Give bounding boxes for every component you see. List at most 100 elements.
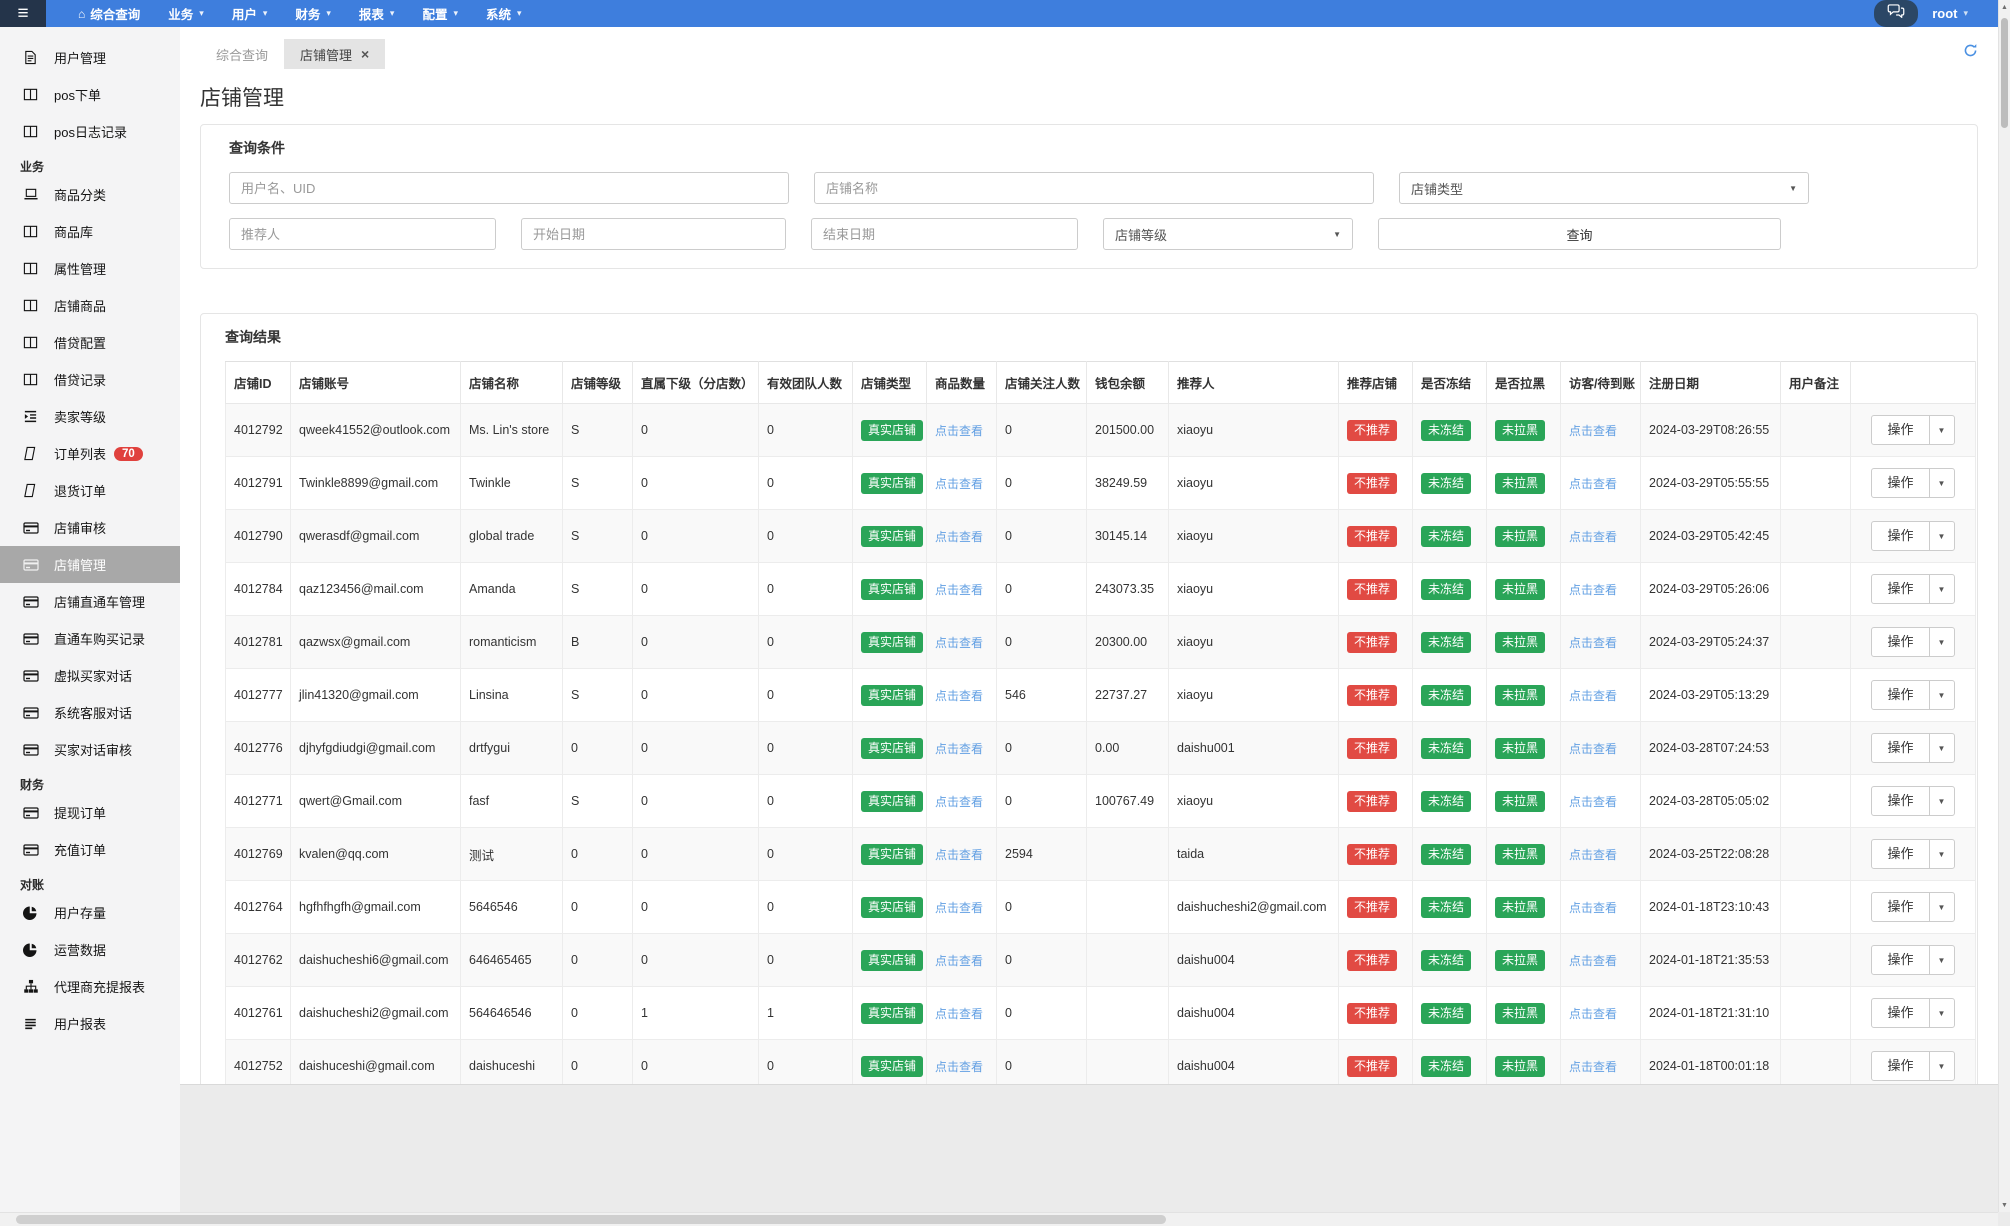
sidebar-item[interactable]: pos日志记录 bbox=[0, 113, 180, 150]
dropdown-caret-icon[interactable]: ▼ bbox=[1930, 416, 1954, 444]
shop-name-input[interactable] bbox=[814, 172, 1374, 204]
goods-count-link[interactable]: 点击查看 bbox=[935, 583, 983, 597]
sidebar-toggle-button[interactable]: ≡ bbox=[0, 0, 46, 27]
sidebar-item[interactable]: 卖家等级 bbox=[0, 398, 180, 435]
sidebar-item[interactable]: 买家对话审核 bbox=[0, 731, 180, 768]
dropdown-caret-icon[interactable]: ▼ bbox=[1930, 787, 1954, 815]
dropdown-caret-icon[interactable]: ▼ bbox=[1930, 469, 1954, 497]
dropdown-caret-icon[interactable]: ▼ bbox=[1930, 628, 1954, 656]
nav-item[interactable]: ⌂ 综合查询 bbox=[78, 4, 140, 23]
sidebar-item-active[interactable]: 店铺管理 bbox=[0, 546, 180, 583]
scroll-up-icon[interactable]: ▲ bbox=[1999, 0, 2010, 14]
sidebar-item[interactable]: 充值订单 bbox=[0, 831, 180, 868]
action-button[interactable]: 操作 ▼ bbox=[1871, 998, 1955, 1028]
sidebar-item[interactable]: 店铺审核 bbox=[0, 509, 180, 546]
visitors-link[interactable]: 点击查看 bbox=[1569, 583, 1617, 597]
sidebar-item[interactable]: 代理商充提报表 bbox=[0, 968, 180, 1005]
goods-count-link[interactable]: 点击查看 bbox=[935, 901, 983, 915]
search-button[interactable]: 查询 bbox=[1378, 218, 1781, 250]
dropdown-caret-icon[interactable]: ▼ bbox=[1930, 999, 1954, 1027]
sidebar-item[interactable]: 用户存量 bbox=[0, 894, 180, 931]
visitors-link[interactable]: 点击查看 bbox=[1569, 1060, 1617, 1074]
sidebar-item[interactable]: 用户管理 bbox=[0, 39, 180, 76]
vertical-scrollbar-thumb[interactable] bbox=[2001, 18, 2008, 128]
visitors-link[interactable]: 点击查看 bbox=[1569, 477, 1617, 491]
dropdown-caret-icon[interactable]: ▼ bbox=[1930, 522, 1954, 550]
shop-level-select[interactable]: 店铺等级 ▼ bbox=[1103, 218, 1353, 250]
visitors-link[interactable]: 点击查看 bbox=[1569, 636, 1617, 650]
goods-count-link[interactable]: 点击查看 bbox=[935, 795, 983, 809]
goods-count-link[interactable]: 点击查看 bbox=[935, 954, 983, 968]
dropdown-caret-icon[interactable]: ▼ bbox=[1930, 840, 1954, 868]
action-button[interactable]: 操作 ▼ bbox=[1871, 680, 1955, 710]
messages-button[interactable] bbox=[1874, 0, 1919, 27]
tab-shop-management[interactable]: 店铺管理 × bbox=[284, 39, 386, 69]
sidebar-item[interactable]: 属性管理 bbox=[0, 250, 180, 287]
dropdown-caret-icon[interactable]: ▼ bbox=[1930, 681, 1954, 709]
visitors-link[interactable]: 点击查看 bbox=[1569, 424, 1617, 438]
sidebar-item[interactable]: 借贷配置 bbox=[0, 324, 180, 361]
goods-count-link[interactable]: 点击查看 bbox=[935, 742, 983, 756]
goods-count-link[interactable]: 点击查看 bbox=[935, 636, 983, 650]
nav-item[interactable]: 配置 ▾ bbox=[422, 4, 458, 23]
sidebar-item[interactable]: 店铺商品 bbox=[0, 287, 180, 324]
goods-count-link[interactable]: 点击查看 bbox=[935, 530, 983, 544]
nav-item[interactable]: 财务 ▾ bbox=[295, 4, 331, 23]
start-date-input[interactable] bbox=[521, 218, 786, 250]
nav-item[interactable]: 业务 ▾ bbox=[168, 4, 204, 23]
tab-summary-query[interactable]: 综合查询 bbox=[200, 39, 284, 69]
action-button[interactable]: 操作 ▼ bbox=[1871, 415, 1955, 445]
dropdown-caret-icon[interactable]: ▼ bbox=[1930, 1052, 1954, 1080]
action-button[interactable]: 操作 ▼ bbox=[1871, 892, 1955, 922]
action-button[interactable]: 操作 ▼ bbox=[1871, 733, 1955, 763]
sidebar-item[interactable]: 系统客服对话 bbox=[0, 694, 180, 731]
user-menu[interactable]: root ▾ bbox=[1932, 6, 1968, 21]
nav-item[interactable]: 报表 ▾ bbox=[359, 4, 395, 23]
dropdown-caret-icon[interactable]: ▼ bbox=[1930, 734, 1954, 762]
goods-count-link[interactable]: 点击查看 bbox=[935, 689, 983, 703]
refresh-icon[interactable] bbox=[1963, 43, 1978, 63]
nav-item[interactable]: 系统 ▾ bbox=[486, 4, 522, 23]
vertical-scrollbar[interactable]: ▲ ▼ bbox=[1998, 0, 2010, 1212]
sidebar-item[interactable]: 商品分类 bbox=[0, 176, 180, 213]
visitors-link[interactable]: 点击查看 bbox=[1569, 689, 1617, 703]
sidebar-item[interactable]: 订单列表 70 bbox=[0, 435, 180, 472]
action-button[interactable]: 操作 ▼ bbox=[1871, 468, 1955, 498]
horizontal-scrollbar-thumb[interactable] bbox=[16, 1215, 1166, 1224]
sidebar-item[interactable]: 提现订单 bbox=[0, 794, 180, 831]
username-uid-input[interactable] bbox=[229, 172, 789, 204]
goods-count-link[interactable]: 点击查看 bbox=[935, 848, 983, 862]
visitors-link[interactable]: 点击查看 bbox=[1569, 742, 1617, 756]
goods-count-link[interactable]: 点击查看 bbox=[935, 477, 983, 491]
sidebar-item[interactable]: 店铺直通车管理 bbox=[0, 583, 180, 620]
visitors-link[interactable]: 点击查看 bbox=[1569, 1007, 1617, 1021]
action-button[interactable]: 操作 ▼ bbox=[1871, 627, 1955, 657]
sidebar-item[interactable]: 借贷记录 bbox=[0, 361, 180, 398]
horizontal-scrollbar[interactable] bbox=[0, 1212, 1998, 1226]
action-button[interactable]: 操作 ▼ bbox=[1871, 786, 1955, 816]
sidebar-item[interactable]: 用户报表 bbox=[0, 1005, 180, 1042]
visitors-link[interactable]: 点击查看 bbox=[1569, 954, 1617, 968]
action-button[interactable]: 操作 ▼ bbox=[1871, 839, 1955, 869]
sidebar-item[interactable]: 退货订单 bbox=[0, 472, 180, 509]
goods-count-link[interactable]: 点击查看 bbox=[935, 424, 983, 438]
dropdown-caret-icon[interactable]: ▼ bbox=[1930, 575, 1954, 603]
sidebar-item[interactable]: 虚拟买家对话 bbox=[0, 657, 180, 694]
nav-item[interactable]: 用户 ▾ bbox=[232, 4, 268, 23]
shop-type-select[interactable]: 店铺类型 ▼ bbox=[1399, 172, 1809, 204]
close-icon[interactable]: × bbox=[361, 47, 369, 61]
dropdown-caret-icon[interactable]: ▼ bbox=[1930, 893, 1954, 921]
visitors-link[interactable]: 点击查看 bbox=[1569, 901, 1617, 915]
visitors-link[interactable]: 点击查看 bbox=[1569, 848, 1617, 862]
action-button[interactable]: 操作 ▼ bbox=[1871, 521, 1955, 551]
action-button[interactable]: 操作 ▼ bbox=[1871, 945, 1955, 975]
referrer-input[interactable] bbox=[229, 218, 496, 250]
sidebar-item[interactable]: pos下单 bbox=[0, 76, 180, 113]
sidebar-item[interactable]: 运营数据 bbox=[0, 931, 180, 968]
goods-count-link[interactable]: 点击查看 bbox=[935, 1007, 983, 1021]
action-button[interactable]: 操作 ▼ bbox=[1871, 574, 1955, 604]
dropdown-caret-icon[interactable]: ▼ bbox=[1930, 946, 1954, 974]
action-button[interactable]: 操作 ▼ bbox=[1871, 1051, 1955, 1081]
end-date-input[interactable] bbox=[811, 218, 1078, 250]
sidebar-item[interactable]: 直通车购买记录 bbox=[0, 620, 180, 657]
